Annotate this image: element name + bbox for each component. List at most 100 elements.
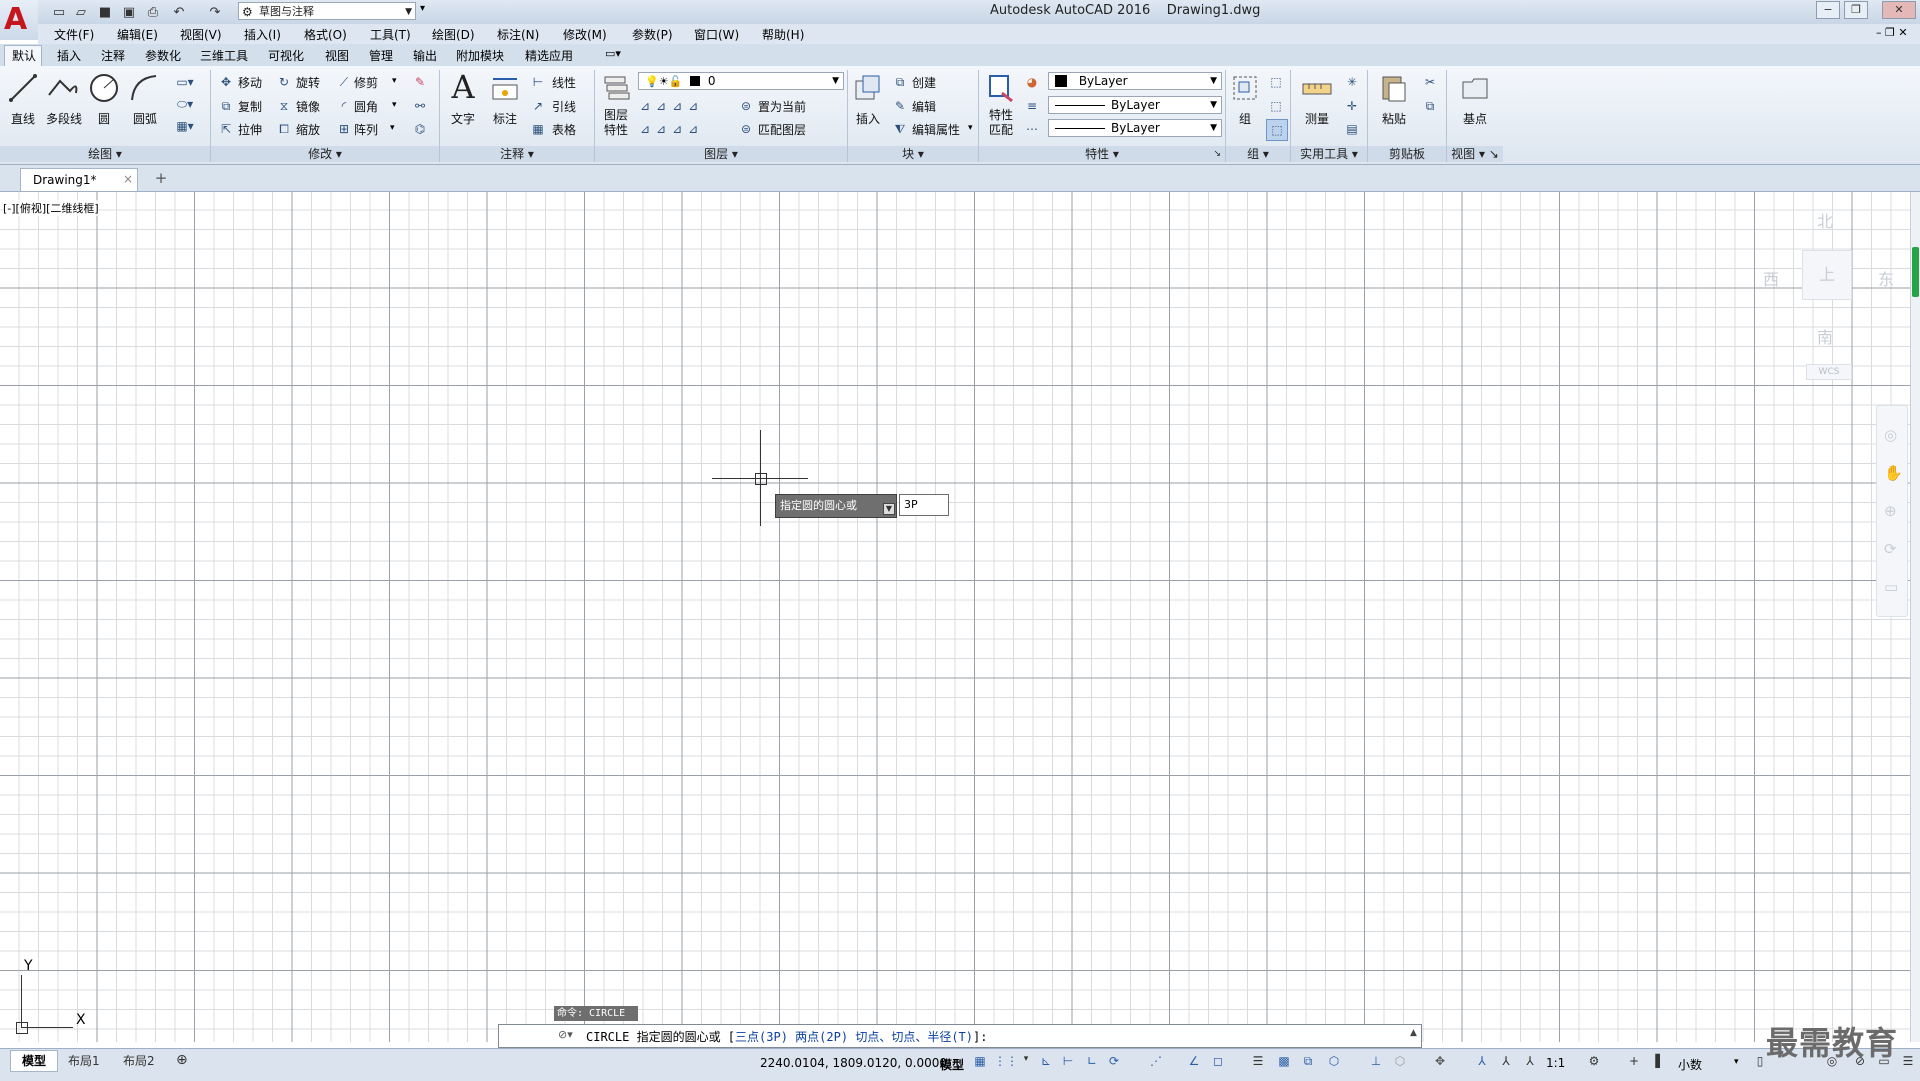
color-dropdown[interactable]: ByLayer ▼ — [1048, 72, 1222, 90]
vertical-scrollbar[interactable] — [1910, 192, 1920, 1042]
layer-tools-row1-icons[interactable]: ⊿⊿⊿⊿ — [640, 98, 740, 114]
trim-dropdown-icon[interactable]: ▾ — [392, 76, 397, 86]
text-button-label[interactable]: 文字 — [448, 110, 478, 127]
stretch-icon[interactable]: ⇱ — [218, 121, 234, 137]
model-space-button[interactable]: 模型 — [940, 1056, 964, 1073]
ribbon-tab-manage[interactable]: 管理 — [369, 47, 393, 64]
menu-tools[interactable]: 工具(T) — [370, 26, 411, 43]
units-value[interactable]: 小数 — [1678, 1056, 1702, 1073]
annotation-panel-title[interactable]: 注释 ▾ — [440, 146, 594, 162]
text-icon[interactable]: A — [448, 68, 478, 106]
properties-panel-title[interactable]: 特性 ▾ ↘ — [979, 146, 1225, 162]
group-icon[interactable] — [1230, 72, 1260, 104]
prompt-options-arrow-icon[interactable]: ▼ — [883, 503, 895, 515]
match-layer-label[interactable]: 匹配图层 — [758, 121, 806, 138]
pan-icon[interactable]: ✋ — [1884, 464, 1903, 482]
menu-dimension[interactable]: 标注(N) — [497, 26, 539, 43]
paste-button-label[interactable]: 粘贴 — [1378, 110, 1410, 127]
rectangle-icon[interactable]: ▭▾ — [172, 74, 198, 90]
base-view-icon[interactable] — [1458, 72, 1492, 104]
lineweight-display-icon[interactable]: ☰ — [1250, 1054, 1266, 1070]
menu-draw[interactable]: 绘图(D) — [432, 26, 475, 43]
set-current-icon[interactable]: ⊜ — [738, 98, 754, 114]
match-layer-icon[interactable]: ⊜ — [738, 121, 754, 137]
annotation-monitor-icon[interactable]: + — [1626, 1054, 1642, 1070]
command-option-ttr[interactable]: 切点、切点、半径(T) — [855, 1030, 973, 1044]
id-point-icon[interactable]: ✛ — [1344, 98, 1360, 114]
insert-block-icon[interactable] — [852, 72, 884, 104]
object-snap-tracking-icon[interactable]: ∠ — [1186, 1054, 1202, 1070]
line-icon[interactable] — [8, 72, 38, 104]
command-history-expand-icon[interactable]: ▲ — [1410, 1028, 1417, 1038]
workspace-dropdown[interactable]: ⚙ 草图与注释 ▼ — [238, 2, 416, 20]
layer-dropdown[interactable]: 💡☀🔓 0 ▼ — [638, 72, 844, 90]
minimize-button[interactable]: − — [1816, 1, 1840, 19]
lineweight-dropdown[interactable]: ByLayer ▼ — [1048, 119, 1222, 137]
edit-attributes-icon[interactable]: ⧨ — [892, 121, 908, 137]
table-button-label[interactable]: 表格 — [552, 121, 576, 138]
line-button-label[interactable]: 直线 — [8, 110, 38, 127]
fillet-button-label[interactable]: 圆角 — [354, 98, 378, 115]
rotate-icon[interactable]: ↻ — [276, 74, 292, 90]
calculator-icon[interactable]: ▤ — [1344, 121, 1360, 137]
plot-icon[interactable]: ⎙ — [144, 3, 162, 21]
block-panel-title[interactable]: 块 ▾ — [848, 146, 978, 162]
layer-properties-icon[interactable] — [600, 72, 634, 104]
array-dropdown-icon[interactable]: ▾ — [390, 123, 395, 133]
file-tab-drawing1[interactable]: Drawing1* × — [20, 168, 138, 191]
mirror-icon[interactable]: ⧖ — [276, 98, 292, 114]
restore-button[interactable]: ❐ — [1844, 1, 1868, 19]
measure-icon[interactable] — [1300, 72, 1334, 104]
ungroup-icon[interactable]: ⬚ — [1268, 74, 1284, 90]
ribbon-tab-view[interactable]: 视图 — [325, 47, 349, 64]
zoom-extents-icon[interactable]: ⊕ — [1884, 502, 1897, 520]
wcs-menu[interactable]: WCS — [1806, 364, 1852, 380]
utilities-panel-title[interactable]: 实用工具 ▾ — [1291, 146, 1367, 162]
scale-icon[interactable]: ⧠ — [276, 121, 292, 137]
viewcube-top-face[interactable]: 上 — [1802, 250, 1852, 300]
snap-mode-icon[interactable]: ⋮⋮ — [994, 1054, 1018, 1070]
layer-properties-label[interactable]: 图层 特性 — [598, 108, 634, 138]
dynamic-ucs-icon[interactable]: ⊥ — [1368, 1054, 1384, 1070]
ribbon-tab-3d-tools[interactable]: 三维工具 — [200, 47, 248, 64]
isodraft-icon[interactable]: ⋰ — [1148, 1054, 1164, 1070]
explode-icon[interactable]: ⚯ — [412, 98, 428, 114]
color-wheel-icon[interactable]: ◕ — [1024, 74, 1040, 90]
dimension-button-label[interactable]: 标注 — [490, 110, 520, 127]
create-block-label[interactable]: 创建 — [912, 74, 936, 91]
orbit-icon[interactable]: ⟳ — [1884, 540, 1897, 558]
base-view-button-label[interactable]: 基点 — [1456, 110, 1494, 127]
menu-parametric[interactable]: 参数(P) — [632, 26, 673, 43]
layer-tools-row2-icons[interactable]: ⊿⊿⊿⊿ — [640, 121, 740, 137]
menu-help[interactable]: 帮助(H) — [762, 26, 804, 43]
steering-wheel-icon[interactable]: ◎ — [1884, 426, 1897, 444]
stretch-button-label[interactable]: 拉伸 — [238, 121, 262, 138]
close-button[interactable]: ✕ — [1882, 1, 1916, 19]
dynamic-input-icon[interactable]: ⊢ — [1060, 1054, 1076, 1070]
infer-constraints-icon[interactable]: ⊾ — [1038, 1054, 1054, 1070]
annotation-scale-icon[interactable]: ⅄ — [1522, 1054, 1538, 1070]
command-option-3p[interactable]: 三点(3P) — [735, 1030, 788, 1044]
3d-osnap-icon[interactable]: ⬡ — [1326, 1054, 1342, 1070]
mirror-button-label[interactable]: 镜像 — [296, 98, 320, 115]
viewport-controls-label[interactable]: [-][俯视][二维线框] — [3, 200, 99, 216]
menu-edit[interactable]: 编辑(E) — [117, 26, 158, 43]
move-icon[interactable]: ✥ — [218, 74, 234, 90]
customization-menu-icon[interactable]: ☰ — [1900, 1054, 1916, 1070]
cut-icon[interactable]: ✂ — [1422, 74, 1438, 90]
clipboard-panel-title[interactable]: 剪贴板 — [1368, 146, 1446, 162]
drawing-canvas[interactable] — [0, 192, 1910, 1042]
transparency-icon[interactable]: ▩ — [1276, 1054, 1292, 1070]
undo-icon[interactable]: ↶ — [170, 3, 188, 21]
match-properties-icon[interactable] — [986, 72, 1016, 104]
ribbon-tab-insert[interactable]: 插入 — [57, 47, 81, 64]
arc-button-label[interactable]: 圆弧 — [128, 110, 162, 127]
create-block-icon[interactable]: ⧉ — [892, 74, 908, 90]
command-option-2p[interactable]: 两点(2P) — [795, 1030, 848, 1044]
gizmo-icon[interactable]: ✥ — [1432, 1054, 1448, 1070]
cursor-coordinates[interactable]: 2240.0104, 1809.0120, 0.0000 — [760, 1056, 947, 1070]
copy-icon[interactable]: ⧉ — [218, 98, 234, 114]
fillet-dropdown-icon[interactable]: ▾ — [392, 100, 397, 110]
layout-tab-layout1[interactable]: 布局1 — [68, 1052, 100, 1069]
dimension-icon[interactable] — [490, 72, 520, 104]
